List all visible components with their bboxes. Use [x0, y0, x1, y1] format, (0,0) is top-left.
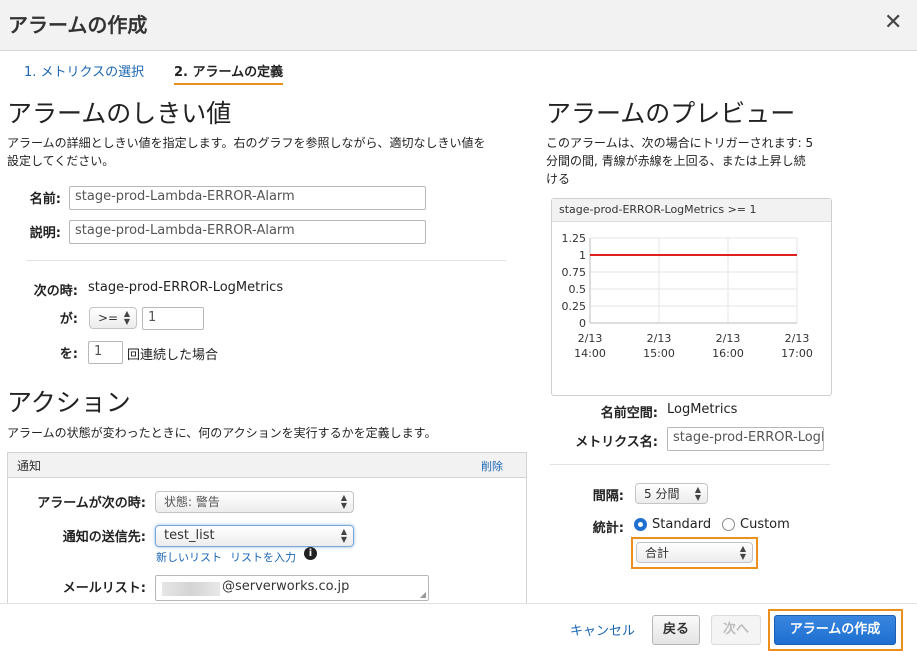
y-tick-label: 0.25: [562, 300, 587, 313]
metric-name-label: メトリクス名:: [575, 435, 658, 450]
notification-title: 通知: [17, 459, 42, 473]
x-tick-date: 2/13: [716, 332, 741, 345]
resize-handle-icon[interactable]: ◢: [420, 591, 426, 599]
email-list-label: メールリスト:: [62, 581, 146, 596]
alarm-preview-chart: stage-prod-ERROR-LogMetrics >= 1 1.25 1 0.…: [551, 198, 832, 396]
email-list-textarea[interactable]: @serverworks.co.jp ◢: [155, 575, 429, 601]
cancel-link[interactable]: キャンセル: [570, 620, 635, 639]
actions-heading: アクション: [7, 388, 131, 417]
select-arrows-icon: ▲ ▼: [340, 493, 347, 510]
send-to-value: test_list: [164, 528, 215, 543]
statistic-label: 統計:: [592, 521, 624, 536]
namespace-value: LogMetrics: [667, 402, 738, 417]
periods-input[interactable]: 1: [88, 341, 123, 364]
x-tick-time: 15:00: [643, 347, 675, 360]
alarm-state-select[interactable]: 状態: 警告 ▲ ▼: [155, 491, 354, 513]
alarm-name-input[interactable]: stage-prod-Lambda-ERROR-Alarm: [69, 186, 426, 210]
step-select-metric[interactable]: 1. メトリクスの選択: [24, 61, 144, 80]
preview-description-3: ける: [546, 172, 571, 186]
delete-link[interactable]: 削除: [481, 458, 503, 474]
back-button[interactable]: 戻る: [652, 615, 700, 645]
period-value: 5 分間: [644, 487, 680, 501]
actions-description: アラームの状態が変わったときに、何のアクションを実行するかを定義します。: [7, 426, 437, 440]
alarm-state-value: 状態: 警告: [164, 495, 220, 509]
period-select[interactable]: 5 分間 ▲ ▼: [635, 483, 708, 504]
x-tick-date: 2/13: [578, 332, 603, 345]
threshold-description-2: 設定してください。: [7, 154, 115, 168]
select-arrows-icon: ▲ ▼: [739, 544, 746, 561]
email-domain-text: @serverworks.co.jp: [222, 579, 350, 594]
standard-label[interactable]: Standard: [652, 517, 711, 532]
periods-suffix: 回連続した場合: [127, 348, 219, 363]
custom-radio[interactable]: [722, 518, 735, 531]
y-tick-label: 1: [579, 249, 586, 262]
period-label: 間隔:: [592, 489, 624, 504]
create-alarm-button[interactable]: アラームの作成: [774, 615, 896, 645]
notification-panel-header: 通知 削除: [8, 453, 526, 478]
redacted-block: [162, 582, 220, 596]
close-icon[interactable]: ✕: [884, 12, 902, 34]
metric-name-text: stage-prod-ERROR-LogMetrics: [88, 280, 284, 295]
threshold-heading: アラームのしきい値: [7, 99, 232, 128]
namespace-label: 名前空間:: [600, 406, 658, 421]
x-tick-date: 2/13: [785, 332, 810, 345]
info-icon[interactable]: i: [304, 547, 317, 560]
y-tick-label: 0.5: [569, 283, 587, 296]
preview-description-2: 分間の間, 青線が赤線を上回る、または上昇し続: [546, 154, 806, 168]
divider: [550, 464, 830, 465]
chart-title: stage-prod-ERROR-LogMetrics >= 1: [559, 203, 757, 216]
threshold-value-input[interactable]: 1: [142, 307, 204, 330]
operator-value: >=: [98, 311, 119, 325]
for-label: を:: [59, 347, 78, 362]
metric-name-input[interactable]: stage-prod-ERROR-LogMetrics: [667, 427, 824, 451]
preview-description-1: このアラームは、次の場合にトリガーされます: 5: [546, 136, 814, 150]
chart-header: stage-prod-ERROR-LogMetrics >= 1: [552, 199, 831, 222]
x-tick-time: 14:00: [574, 347, 606, 360]
select-arrows-icon: ▲ ▼: [340, 527, 347, 544]
description-label: 説明:: [29, 226, 61, 241]
standard-radio[interactable]: [634, 518, 647, 531]
x-tick-time: 17:00: [781, 347, 813, 360]
enter-list-link[interactable]: リストを入力: [230, 549, 296, 565]
dialog-title: アラームの作成: [8, 13, 148, 37]
next-button[interactable]: 次へ: [711, 615, 761, 645]
is-label: が:: [59, 312, 78, 327]
x-tick-time: 16:00: [712, 347, 744, 360]
y-tick-label: 0: [579, 317, 586, 330]
step-define-alarm: 2. アラームの定義: [174, 61, 284, 85]
name-label: 名前:: [29, 192, 61, 207]
threshold-description-1: アラームの詳細としきい値を指定します。右のグラフを参照しながら、適切なしきい値を: [7, 136, 486, 150]
notification-panel: 通知 削除 アラームが次の時: 状態: 警告 ▲ ▼ 通知の送信先: test_l…: [7, 452, 527, 613]
select-arrows-icon: ▲ ▼: [123, 309, 130, 326]
preview-heading: アラームのプレビュー: [546, 99, 796, 128]
divider: [26, 260, 506, 261]
statistic-select[interactable]: 合計 ▲ ▼: [636, 542, 753, 563]
when-label: 次の時:: [33, 284, 78, 299]
send-to-select[interactable]: test_list ▲ ▼: [155, 525, 354, 547]
custom-label[interactable]: Custom: [740, 517, 790, 532]
operator-select[interactable]: >= ▲ ▼: [89, 307, 137, 329]
chart-plot: 1.25 1 0.75 0.5 0.25 0 2/13 14:00 2/13 15:00 2/13 1…: [562, 232, 813, 360]
dialog-footer: キャンセル 戻る 次へ アラームの作成: [0, 603, 917, 651]
x-tick-date: 2/13: [647, 332, 672, 345]
send-to-label: 通知の送信先:: [62, 530, 146, 545]
when-alarm-label: アラームが次の時:: [37, 496, 146, 511]
alarm-description-input[interactable]: stage-prod-Lambda-ERROR-Alarm: [69, 220, 426, 244]
y-tick-label: 0.75: [562, 266, 587, 279]
dialog-header: アラームの作成 ✕: [0, 0, 917, 51]
statistic-value: 合計: [645, 546, 670, 560]
select-arrows-icon: ▲ ▼: [694, 485, 701, 502]
y-tick-label: 1.25: [562, 232, 587, 245]
new-list-link[interactable]: 新しいリスト: [156, 549, 222, 565]
